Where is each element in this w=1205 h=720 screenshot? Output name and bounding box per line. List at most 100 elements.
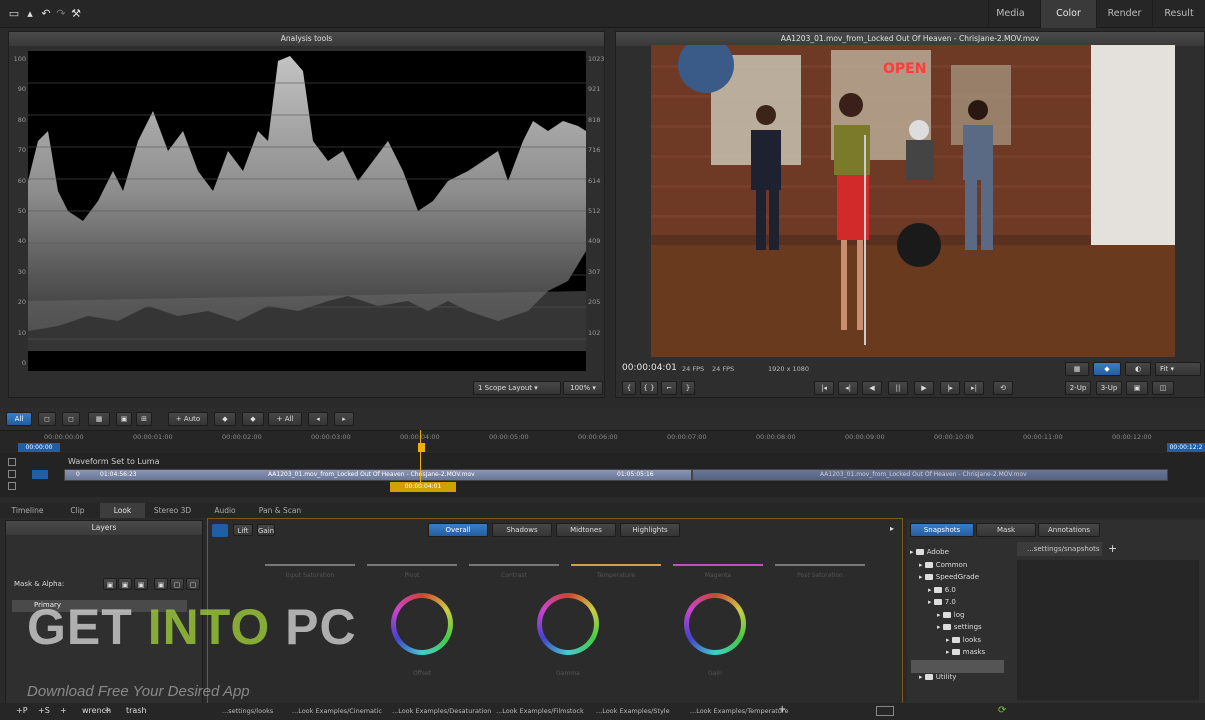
tree-item-common[interactable]: ▸ Common (910, 559, 1006, 572)
compare-button[interactable]: ◫ (1152, 381, 1174, 395)
bottom-tab-stereo-3d[interactable]: Stereo 3D (145, 503, 200, 518)
track-button-2[interactable]: ◻ (62, 412, 80, 426)
expand-arrow-icon[interactable]: ▸ (946, 636, 952, 644)
tree-item-masks[interactable]: ▸ masks (910, 646, 1006, 659)
tree-item-log[interactable]: ▸ log (910, 609, 1006, 622)
tab-render[interactable]: Render (1096, 0, 1152, 28)
lift-button[interactable]: Lift (233, 524, 253, 536)
scope-layout-select[interactable]: 1 Scope Layout ▾ (473, 381, 561, 395)
bottom-tab-timeline[interactable]: Timeline (0, 503, 55, 518)
mask-button-2[interactable]: ▣ (118, 578, 132, 590)
snapshot-grid[interactable] (1017, 560, 1199, 700)
expand-arrow-icon[interactable]: ▸ (919, 673, 925, 681)
track-button-1[interactable]: ◻ (38, 412, 56, 426)
tree-item-6-0[interactable]: ▸ 6.0 (910, 584, 1006, 597)
look-color-icon[interactable] (212, 524, 228, 537)
expand-arrow-icon[interactable]: ▸ (910, 548, 916, 556)
tree-item-speedgrade[interactable]: ▸ SpeedGrade (910, 571, 1006, 584)
tab-overall[interactable]: Overall (428, 523, 488, 537)
grid-view-button[interactable]: ▦ (1065, 362, 1089, 376)
expand-arrow-icon[interactable]: ▸ (946, 648, 952, 656)
tab-mask[interactable]: Mask (976, 523, 1036, 537)
prev-keyframe-button[interactable]: ◂ (308, 412, 328, 426)
zoom-select[interactable]: 100% ▾ (563, 381, 603, 395)
expand-arrow-icon[interactable]: ▸ (937, 611, 943, 619)
redo-icon[interactable]: ↷ (55, 8, 67, 20)
bottom-tab-clip[interactable]: Clip (55, 503, 100, 518)
mark-out-button[interactable]: } (681, 381, 695, 395)
path-tab[interactable]: ...settings/looks (222, 705, 273, 718)
color-wheel-gamma[interactable] (537, 593, 599, 655)
video-frame[interactable]: OPEN (651, 37, 1175, 357)
bottom-tab-pan-scan[interactable]: Pan & Scan (250, 503, 310, 518)
tab-media[interactable]: Media (988, 0, 1032, 28)
tab-midtones[interactable]: Midtones (556, 523, 616, 537)
path-tab[interactable]: ...Look Examples/Filmstock (496, 705, 584, 718)
mark-in-button[interactable]: { (622, 381, 636, 395)
tab-shadows[interactable]: Shadows (492, 523, 552, 537)
all-button[interactable]: All (6, 412, 32, 426)
snapshot-button[interactable]: ▣ (1126, 381, 1148, 395)
expand-arrow-icon[interactable]: ▸ (937, 623, 943, 631)
bottom-tab-audio[interactable]: Audio (200, 503, 250, 518)
auto-button[interactable]: + Auto (168, 412, 208, 426)
track-toggle-1[interactable] (8, 458, 16, 466)
expand-icon[interactable]: ▸ (890, 524, 894, 533)
path-tab[interactable]: ...Look Examples/Temperature (690, 705, 788, 718)
slider-track[interactable] (469, 564, 559, 566)
add-tab-icon[interactable]: + (778, 704, 786, 715)
tab-highlights[interactable]: Highlights (620, 523, 680, 537)
tab-result[interactable]: Result (1152, 0, 1205, 28)
add-layer-icon[interactable]: + (104, 706, 111, 715)
tab-snapshots[interactable]: Snapshots (910, 523, 974, 537)
waveform-scope[interactable] (28, 51, 586, 371)
snapshot-path-tab[interactable]: ...settings/snapshots (1017, 542, 1102, 556)
play-button[interactable]: ▶ (914, 381, 934, 395)
add-all-button[interactable]: + All (268, 412, 302, 426)
eye-icon[interactable] (32, 470, 48, 479)
mark-clip-button[interactable]: { } (640, 381, 658, 395)
next-keyframe-button[interactable]: ▸ (334, 412, 354, 426)
tree-item-looks[interactable]: ▸ looks (910, 634, 1006, 647)
go-end-button[interactable]: ▸| (964, 381, 984, 395)
path-tab[interactable]: ...Look Examples/Style (596, 705, 670, 718)
pause-button[interactable]: || (888, 381, 908, 395)
mask-button-1[interactable]: ▣ (103, 578, 117, 590)
view-2up-button[interactable]: 2-Up (1065, 381, 1091, 395)
path-tab[interactable]: ...Look Examples/Cinematic (292, 705, 382, 718)
slider-track[interactable] (673, 564, 763, 566)
add-icon[interactable]: + (60, 706, 67, 715)
mask-button-6[interactable]: ▢ (186, 578, 200, 590)
track-toggle-3[interactable] (8, 482, 16, 490)
expand-arrow-icon[interactable]: ▸ (928, 598, 934, 606)
color-wheel-gain[interactable] (684, 593, 746, 655)
mask-button-4[interactable]: ▣ (154, 578, 168, 590)
grid-toggle-icon[interactable] (876, 706, 894, 716)
expand-arrow-icon[interactable]: ▸ (919, 561, 925, 569)
go-start-button[interactable]: |◂ (814, 381, 834, 395)
mask-button-5[interactable]: ▢ (170, 578, 184, 590)
folder-open-icon[interactable]: ▭ (8, 8, 20, 20)
expand-arrow-icon[interactable]: ▸ (919, 573, 925, 581)
add-path-icon[interactable]: + (1108, 542, 1117, 555)
tree-item-7-0[interactable]: ▸ 7.0 (910, 596, 1006, 609)
tab-annotations[interactable]: Annotations (1038, 523, 1100, 537)
slider-track[interactable] (571, 564, 661, 566)
mark-out-left-button[interactable]: ⌐ (661, 381, 677, 395)
next-frame-button[interactable]: |▸ (940, 381, 960, 395)
color-view-button[interactable]: ◆ (1093, 362, 1121, 376)
add-secondary-icon[interactable]: +S (38, 706, 50, 715)
trash-icon[interactable]: trash (126, 706, 147, 715)
add-keyframe-button[interactable]: ◆ (214, 412, 236, 426)
gain-button[interactable]: Gain (257, 524, 275, 536)
slider-track[interactable] (775, 564, 865, 566)
mask-button-3[interactable]: ▣ (134, 578, 148, 590)
track-toggle-2[interactable] (8, 470, 16, 478)
add-primary-icon[interactable]: +P (16, 706, 28, 715)
expand-arrow-icon[interactable]: ▸ (928, 586, 934, 594)
remove-keyframe-button[interactable]: ◆ (242, 412, 264, 426)
color-wheel-offset[interactable] (391, 593, 453, 655)
play-reverse-button[interactable]: ◀ (862, 381, 882, 395)
refresh-icon[interactable]: ⟳ (998, 705, 1006, 716)
undo-icon[interactable]: ↶ (40, 8, 52, 20)
